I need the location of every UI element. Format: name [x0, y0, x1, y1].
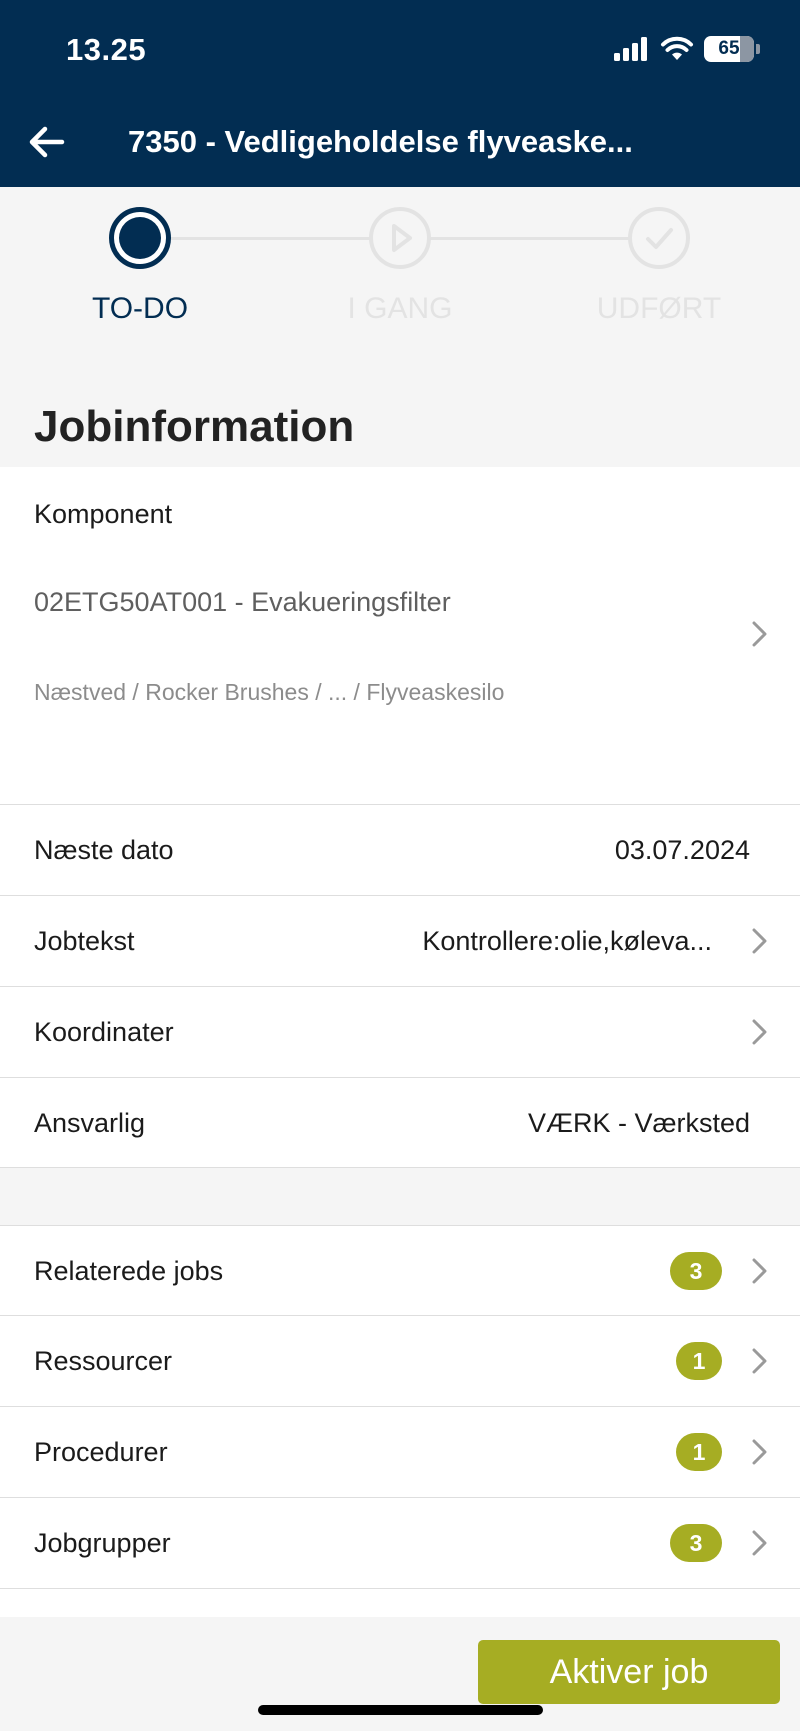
next-date-label: Næste dato [34, 835, 174, 865]
page-title: 7350 - Vedligeholdelse flyveaske... [128, 124, 633, 159]
home-indicator [258, 1705, 543, 1715]
jobtext-row[interactable]: Jobtekst Kontrollere:olie,køleva... [0, 896, 800, 987]
battery-level: 65 [718, 38, 740, 59]
chevron-right-icon [752, 1019, 767, 1045]
chevron-right-icon [752, 1258, 767, 1284]
step-connector [430, 237, 630, 240]
back-arrow-icon[interactable] [26, 122, 66, 162]
section-gap [0, 1168, 800, 1225]
procedures-count-badge: 1 [676, 1433, 722, 1471]
wifi-icon [661, 36, 693, 60]
step-todo-circle[interactable] [109, 207, 171, 269]
job-groups-row[interactable]: Jobgrupper 3 [0, 1498, 800, 1589]
component-value: 02ETG50AT001 - Evakueringsfilter [34, 587, 451, 617]
responsible-row: Ansvarlig VÆRK - Værksted [0, 1078, 800, 1168]
status-time: 13.25 [66, 32, 147, 67]
resources-row[interactable]: Ressourcer 1 [0, 1316, 800, 1407]
responsible-value: VÆRK - Værksted [527, 1108, 750, 1138]
resources-label: Ressourcer [34, 1346, 173, 1376]
jobtext-label: Jobtekst [34, 926, 135, 956]
step-done-circle[interactable] [628, 207, 690, 269]
jobtext-value: Kontrollere:olie,køleva... [422, 926, 712, 956]
job-groups-count-badge: 3 [670, 1524, 722, 1562]
step-label-todo: TO-DO [91, 292, 189, 325]
section-title: Jobinformation [34, 402, 355, 451]
chevron-right-icon [752, 1530, 767, 1556]
component-label: Komponent [34, 499, 173, 529]
component-path: Næstved / Rocker Brushes / ... / Flyveas… [34, 679, 505, 705]
status-stepper: TO-DO I GANG UDFØRT Jobinformation [0, 187, 800, 467]
coordinates-row[interactable]: Koordinater [0, 987, 800, 1078]
chevron-right-icon [752, 1348, 767, 1374]
step-label-in-progress: I GANG [347, 292, 453, 325]
related-jobs-label: Relaterede jobs [34, 1256, 224, 1286]
next-date-row: Næste dato 03.07.2024 [0, 805, 800, 896]
play-icon [392, 224, 412, 252]
step-label-done: UDFØRT [596, 292, 722, 325]
signal-icon [614, 37, 647, 61]
activate-job-button[interactable]: Aktiver job [478, 1640, 780, 1704]
status-icons: 65 [614, 36, 760, 62]
job-groups-label: Jobgrupper [34, 1528, 171, 1558]
next-date-value: 03.07.2024 [614, 835, 750, 865]
responsible-label: Ansvarlig [34, 1108, 146, 1138]
procedures-row[interactable]: Procedurer 1 [0, 1407, 800, 1498]
component-row[interactable]: Komponent 02ETG50AT001 - Evakueringsfilt… [0, 467, 800, 805]
chevron-right-icon [752, 1439, 767, 1465]
chevron-right-icon [752, 621, 767, 647]
checkmark-icon [646, 228, 673, 249]
battery-icon: 65 [704, 36, 754, 62]
step-in-progress-circle[interactable] [369, 207, 431, 269]
resources-count-badge: 1 [676, 1342, 722, 1380]
related-jobs-count-badge: 3 [670, 1252, 722, 1290]
battery-tip [756, 44, 760, 54]
step-connector [170, 237, 370, 240]
coordinates-label: Koordinater [34, 1017, 174, 1047]
chevron-right-icon [752, 928, 767, 954]
procedures-label: Procedurer [34, 1437, 168, 1467]
app-header: 13.25 65 7350 - Vedligeholdelse flyveask… [0, 0, 800, 187]
related-jobs-row[interactable]: Relaterede jobs 3 [0, 1225, 800, 1316]
